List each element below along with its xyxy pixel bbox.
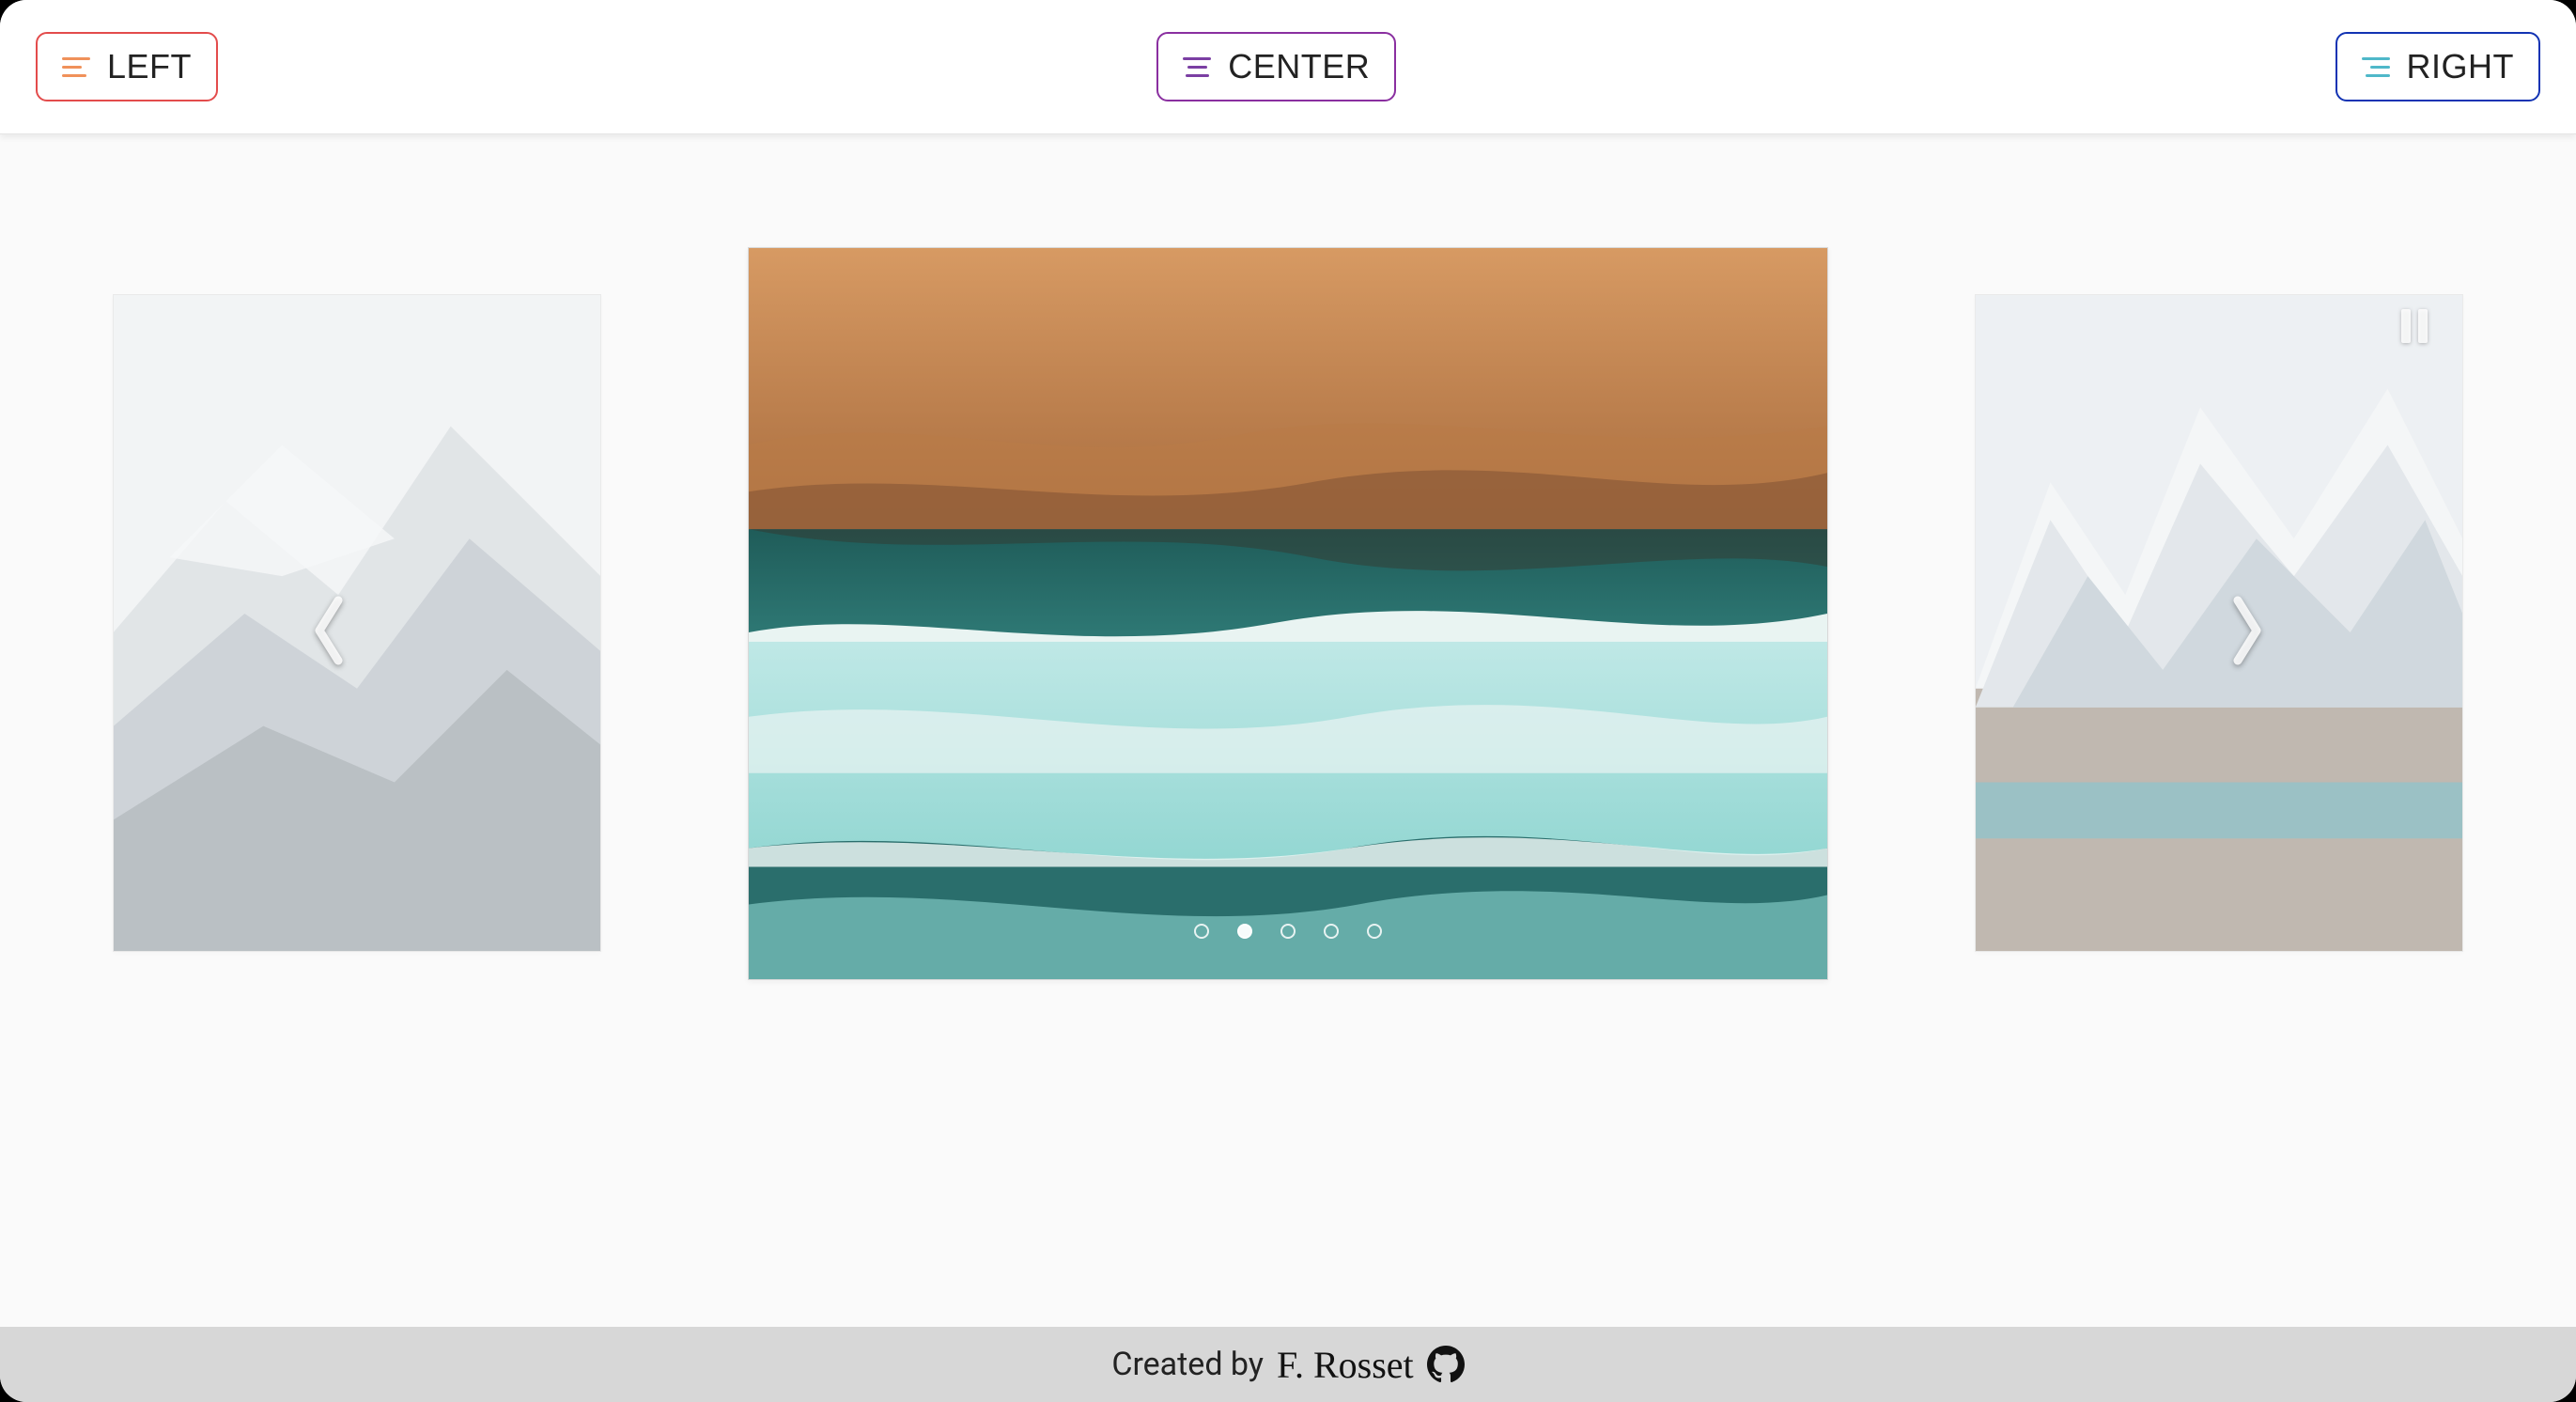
align-left-button[interactable]: LEFT <box>36 32 218 101</box>
menu-icon <box>2362 57 2390 77</box>
carousel-pagination <box>1194 924 1382 939</box>
carousel-next-button[interactable] <box>2219 585 2275 679</box>
carousel-slide-current[interactable] <box>748 247 1828 980</box>
align-right-label: RIGHT <box>2407 47 2515 86</box>
align-left-label: LEFT <box>107 47 192 86</box>
align-right-button[interactable]: RIGHT <box>2335 32 2541 101</box>
carousel-pause-button[interactable] <box>2394 305 2435 347</box>
align-center-button[interactable]: CENTER <box>1156 32 1396 101</box>
align-center-label: CENTER <box>1228 47 1370 86</box>
github-icon <box>1427 1346 1465 1383</box>
footer-bar: Created by F. Rosset <box>0 1327 2576 1402</box>
pause-icon <box>2418 309 2428 343</box>
carousel-dot[interactable] <box>1194 924 1209 939</box>
github-link[interactable] <box>1427 1346 1465 1383</box>
menu-icon <box>62 57 90 77</box>
carousel-stage <box>0 134 2576 1327</box>
carousel-slide-prev[interactable] <box>113 294 601 952</box>
chevron-right-icon <box>2227 593 2268 672</box>
carousel-dot[interactable] <box>1237 924 1252 939</box>
carousel-dot[interactable] <box>1367 924 1382 939</box>
header-bar: LEFT CENTER RIGHT <box>0 0 2576 134</box>
pause-icon <box>2401 309 2411 343</box>
carousel-dot[interactable] <box>1280 924 1296 939</box>
footer-author-link[interactable]: F. Rosset <box>1277 1343 1414 1387</box>
carousel-prev-button[interactable] <box>301 585 357 679</box>
footer-text: Created by <box>1111 1346 1264 1383</box>
carousel-dot[interactable] <box>1324 924 1339 939</box>
chevron-left-icon <box>308 593 349 672</box>
menu-icon <box>1183 57 1211 77</box>
